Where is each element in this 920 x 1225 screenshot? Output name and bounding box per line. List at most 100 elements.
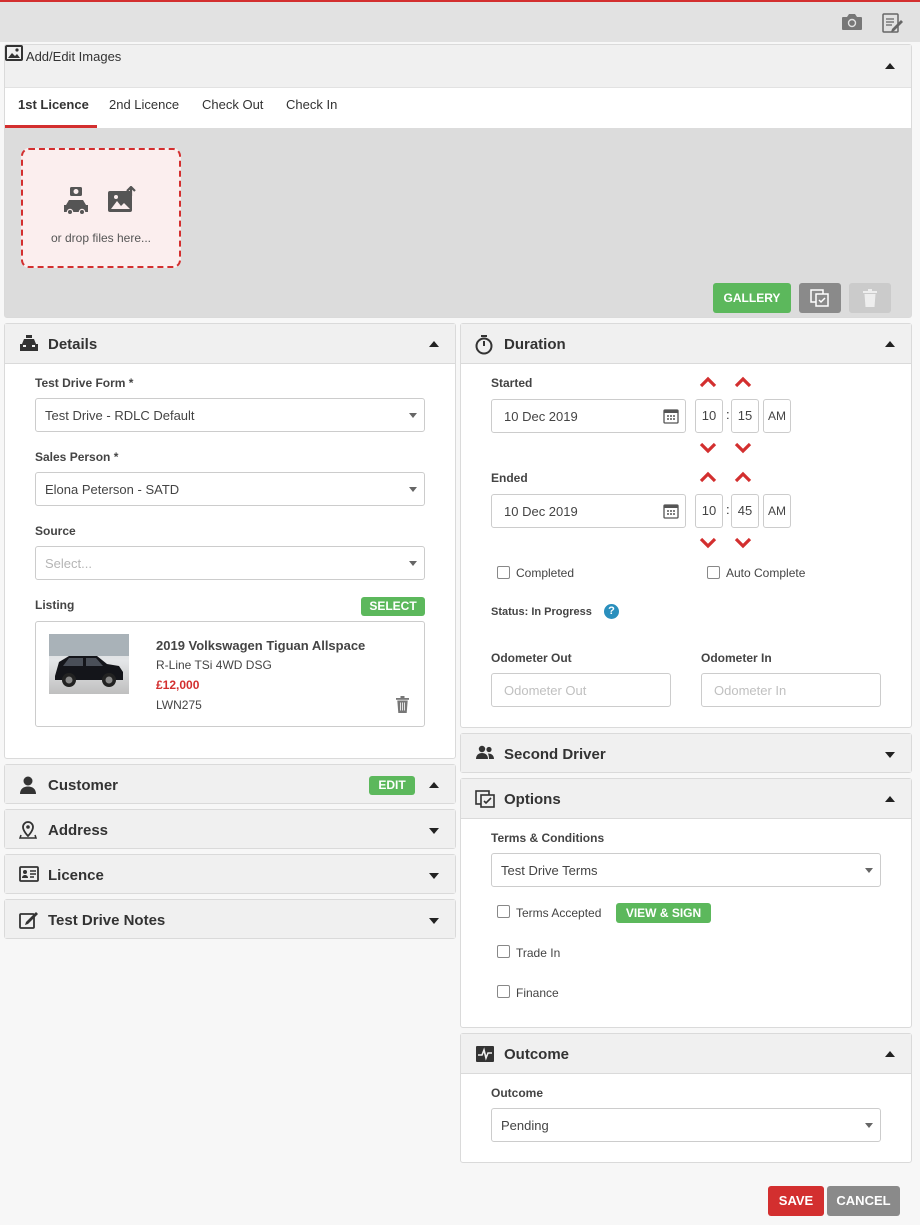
- notes-header[interactable]: Test Drive Notes: [5, 900, 455, 938]
- second-driver-panel: Second Driver: [460, 733, 912, 773]
- terms-accepted-checkbox[interactable]: [497, 905, 510, 918]
- terms-label: Terms & Conditions: [491, 831, 605, 845]
- hour-up-chevron-icon[interactable]: [699, 376, 717, 388]
- people-icon: [475, 745, 495, 763]
- address-header[interactable]: Address: [5, 810, 455, 848]
- licence-header[interactable]: Licence: [5, 855, 455, 893]
- edit-customer-button[interactable]: EDIT: [369, 776, 415, 795]
- hour-up-chevron-icon[interactable]: [699, 471, 717, 483]
- vehicle-photo: [49, 634, 129, 694]
- images-header[interactable]: Add/Edit Images: [5, 45, 911, 88]
- minute-down-chevron-icon[interactable]: [734, 442, 752, 454]
- ended-minute-input[interactable]: 45: [731, 494, 759, 528]
- trade-in-label: Trade In: [516, 946, 561, 960]
- duration-title: Duration: [504, 336, 566, 353]
- car-camera-icon[interactable]: [61, 185, 91, 220]
- notes-edit-icon[interactable]: [880, 12, 904, 37]
- expand-caret-icon[interactable]: [429, 828, 439, 834]
- camera-icon[interactable]: [840, 12, 864, 35]
- view-sign-button[interactable]: VIEW & SIGN: [616, 903, 711, 923]
- started-minute-input[interactable]: 15: [731, 399, 759, 433]
- tab-2nd-licence[interactable]: 2nd Licence: [109, 97, 179, 112]
- hour-down-chevron-icon[interactable]: [699, 537, 717, 549]
- details-header[interactable]: Details: [5, 324, 455, 364]
- active-tab-indicator: [5, 125, 97, 128]
- outcome-title: Outcome: [504, 1046, 570, 1063]
- ended-date-value: 10 Dec 2019: [504, 504, 578, 519]
- odometer-out-input[interactable]: Odometer Out: [491, 673, 671, 707]
- select-all-button[interactable]: [799, 283, 841, 313]
- file-drop-zone[interactable]: or drop files here...: [21, 148, 181, 268]
- tab-check-in[interactable]: Check In: [286, 97, 337, 112]
- started-ampm-toggle[interactable]: AM: [763, 399, 791, 433]
- customer-header[interactable]: Customer EDIT: [5, 765, 455, 803]
- licence-title: Licence: [48, 867, 104, 884]
- map-pin-icon: [18, 821, 39, 839]
- test-drive-form-value: Test Drive - RDLC Default: [45, 408, 195, 423]
- second-driver-title: Second Driver: [504, 746, 606, 763]
- outcome-header[interactable]: Outcome: [461, 1034, 911, 1074]
- select-listing-button[interactable]: SELECT: [361, 597, 425, 616]
- options-title: Options: [504, 791, 561, 808]
- stopwatch-icon: [475, 335, 495, 355]
- cancel-button[interactable]: CANCEL: [827, 1186, 900, 1216]
- trash-icon: [863, 289, 877, 310]
- expand-caret-icon[interactable]: [429, 873, 439, 879]
- collapse-caret-icon[interactable]: [885, 341, 895, 347]
- duration-header[interactable]: Duration: [461, 324, 911, 364]
- image-upload-icon[interactable]: [107, 185, 137, 217]
- listing-price: £12,000: [156, 678, 200, 692]
- minute-up-chevron-icon[interactable]: [734, 471, 752, 483]
- finance-checkbox[interactable]: [497, 985, 510, 998]
- ended-ampm-toggle[interactable]: AM: [763, 494, 791, 528]
- gallery-button[interactable]: GALLERY: [713, 283, 791, 313]
- customer-panel: Customer EDIT: [4, 764, 456, 804]
- odometer-out-label: Odometer Out: [491, 651, 572, 665]
- expand-caret-icon[interactable]: [429, 918, 439, 924]
- collapse-caret-icon[interactable]: [429, 782, 439, 788]
- test-drive-form-select[interactable]: Test Drive - RDLC Default: [35, 398, 425, 432]
- started-label: Started: [491, 376, 533, 390]
- licence-panel: Licence: [4, 854, 456, 894]
- hour-down-chevron-icon[interactable]: [699, 442, 717, 454]
- save-button[interactable]: SAVE: [768, 1186, 824, 1216]
- collapse-caret-icon[interactable]: [429, 341, 439, 347]
- help-icon[interactable]: ?: [604, 604, 619, 619]
- options-header[interactable]: Options: [461, 779, 911, 819]
- tab-1st-licence[interactable]: 1st Licence: [18, 97, 89, 112]
- images-panel: Add/Edit Images 1st Licence 2nd Licence …: [4, 44, 912, 318]
- checklist-icon: [810, 289, 830, 310]
- trade-in-checkbox[interactable]: [497, 945, 510, 958]
- completed-checkbox[interactable]: [497, 566, 510, 579]
- minute-down-chevron-icon[interactable]: [734, 537, 752, 549]
- started-date-input[interactable]: 10 Dec 2019: [491, 399, 686, 433]
- id-card-icon: [19, 866, 39, 884]
- source-select[interactable]: Select...: [35, 546, 425, 580]
- auto-complete-label: Auto Complete: [726, 566, 806, 580]
- address-title: Address: [48, 822, 109, 839]
- ended-date-input[interactable]: 10 Dec 2019: [491, 494, 686, 528]
- collapse-caret-icon[interactable]: [885, 1051, 895, 1057]
- started-hour-input[interactable]: 10: [695, 399, 723, 433]
- auto-complete-checkbox[interactable]: [707, 566, 720, 579]
- details-title: Details: [48, 336, 98, 353]
- calendar-icon[interactable]: [663, 503, 679, 522]
- delete-images-button[interactable]: [849, 283, 891, 313]
- second-driver-header[interactable]: Second Driver: [461, 734, 911, 772]
- expand-caret-icon[interactable]: [885, 752, 895, 758]
- collapse-caret-icon[interactable]: [885, 796, 895, 802]
- listing-card[interactable]: 2019 Volkswagen Tiguan Allspace R-Line T…: [35, 621, 425, 727]
- collapse-caret-icon[interactable]: [885, 63, 895, 69]
- ended-hour-input[interactable]: 10: [695, 494, 723, 528]
- trash-icon[interactable]: [396, 696, 409, 716]
- terms-select[interactable]: Test Drive Terms: [491, 853, 881, 887]
- details-panel: Details Test Drive Form * Test Drive - R…: [4, 323, 456, 759]
- calendar-icon[interactable]: [663, 408, 679, 427]
- ended-label: Ended: [491, 471, 528, 485]
- odometer-in-input[interactable]: Odometer In: [701, 673, 881, 707]
- sales-person-select[interactable]: Elona Peterson - SATD: [35, 472, 425, 506]
- outcome-label: Outcome: [491, 1086, 544, 1100]
- minute-up-chevron-icon[interactable]: [734, 376, 752, 388]
- outcome-select[interactable]: Pending: [491, 1108, 881, 1142]
- tab-check-out[interactable]: Check Out: [202, 97, 263, 112]
